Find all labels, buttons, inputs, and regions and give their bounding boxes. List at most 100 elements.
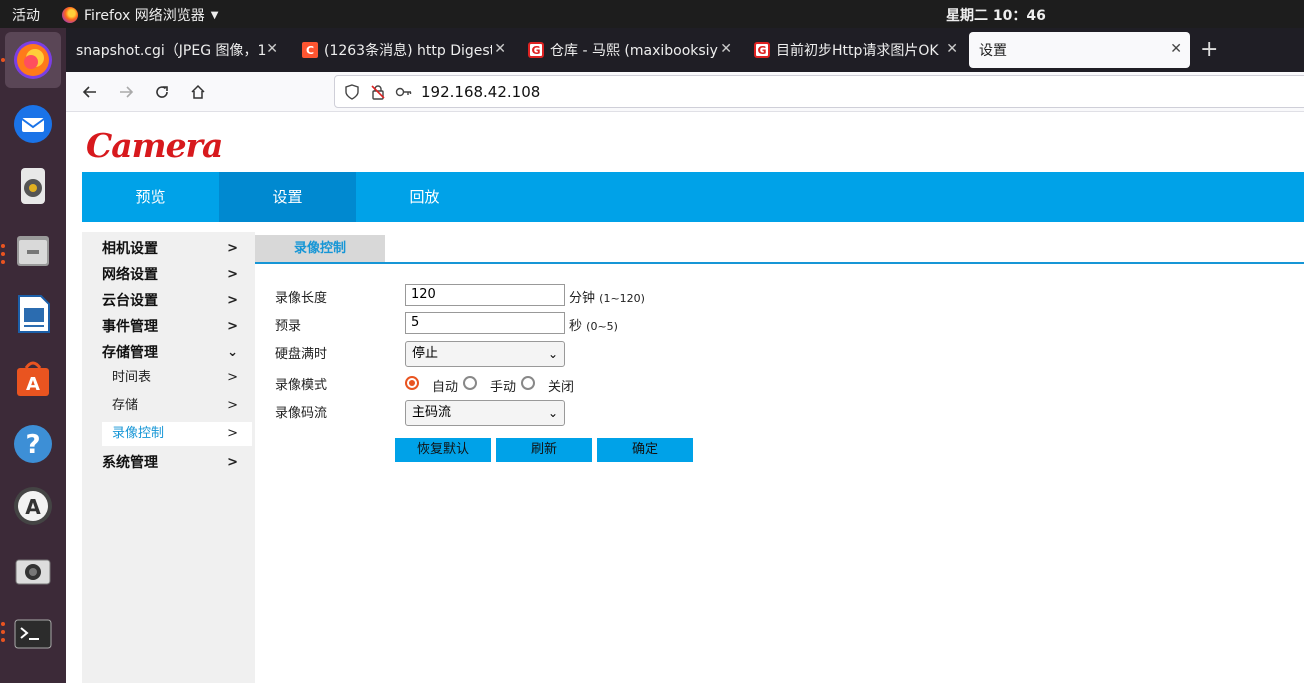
browser-toolbar: 192.168.42.108 xyxy=(66,72,1304,112)
prerecord-input[interactable]: 5 xyxy=(405,312,565,334)
record-mode-off-label[interactable]: 关闭 xyxy=(548,376,574,395)
dock-terminal[interactable] xyxy=(5,606,61,662)
record-mode-off-radio[interactable] xyxy=(521,376,535,390)
sidebar-subitem-record-control[interactable]: 录像控制 > xyxy=(102,422,252,446)
chevron-right-icon: > xyxy=(227,267,238,282)
nav-playback[interactable]: 回放 xyxy=(356,172,493,222)
refresh-button[interactable]: 刷新 xyxy=(496,438,592,462)
record-mode-manual-label[interactable]: 手动 xyxy=(490,376,516,395)
sidebar-item-ptz[interactable]: 云台设置 > xyxy=(102,289,252,313)
dock-firefox[interactable] xyxy=(5,32,61,88)
dock-help[interactable]: ? xyxy=(5,416,61,472)
nav-preview[interactable]: 预览 xyxy=(82,172,219,222)
record-stream-label: 录像码流 xyxy=(275,406,328,421)
camera-icon xyxy=(15,559,51,585)
chevron-down-icon: ▼ xyxy=(210,9,219,21)
prerecord-label: 预录 xyxy=(275,319,302,334)
dock: A ? A xyxy=(0,28,66,683)
tab-record-control[interactable]: 录像控制 xyxy=(255,235,385,262)
dock-thunderbird[interactable] xyxy=(5,96,61,152)
record-length-input[interactable]: 120 xyxy=(405,284,565,306)
chevron-right-icon: > xyxy=(227,398,238,413)
chevron-right-icon: > xyxy=(227,455,238,470)
rhythmbox-icon xyxy=(21,168,45,204)
svg-text:A: A xyxy=(26,374,40,395)
tab-gitee-http[interactable]: G 目前初步Http请求图片OK ✕ xyxy=(744,32,966,68)
url-bar[interactable]: 192.168.42.108 xyxy=(334,75,1304,108)
disk-full-select[interactable]: 停止 ⌄ xyxy=(405,341,565,367)
settings-sidebar: 相机设置 > 网络设置 > 云台设置 > 事件管理 > 存储管理 ⌄ 时间表 >… xyxy=(82,232,255,683)
record-mode-auto-radio[interactable] xyxy=(405,376,419,390)
files-icon xyxy=(17,236,49,266)
shield-icon[interactable] xyxy=(343,83,361,101)
forward-arrow-icon xyxy=(120,86,134,98)
back-button[interactable] xyxy=(78,80,102,104)
page-content: Camera 预览 设置 回放 相机设置 > 网络设置 > 云台设置 > 事件管… xyxy=(66,112,1304,683)
clock[interactable]: 星期二 10：46 xyxy=(946,5,1046,25)
software-center-icon: A xyxy=(17,361,49,396)
record-length-unit: 分钟 (1~120) xyxy=(569,291,645,306)
reload-button[interactable] xyxy=(150,80,174,104)
home-button[interactable] xyxy=(186,80,210,104)
close-icon[interactable]: ✕ xyxy=(1170,41,1182,57)
record-mode-manual-radio[interactable] xyxy=(463,376,477,390)
app-menu[interactable]: Firefox 网络浏览器 ▼ xyxy=(62,5,219,25)
chevron-right-icon: > xyxy=(227,426,238,441)
insecure-lock-icon[interactable] xyxy=(369,83,387,101)
firefox-icon xyxy=(14,41,52,79)
terminal-icon xyxy=(14,619,52,649)
dock-rhythmbox[interactable] xyxy=(5,158,61,214)
close-icon[interactable]: ✕ xyxy=(266,41,278,57)
dock-camera[interactable] xyxy=(5,542,61,598)
record-mode-auto-label[interactable]: 自动 xyxy=(432,376,458,395)
dock-writer[interactable] xyxy=(5,286,61,342)
record-length-label: 录像长度 xyxy=(275,291,328,306)
tab-settings[interactable]: 设置 ✕ xyxy=(969,32,1190,68)
back-arrow-icon xyxy=(82,86,96,98)
close-icon[interactable]: ✕ xyxy=(494,41,506,57)
chevron-right-icon: > xyxy=(227,370,238,385)
prerecord-unit: 秒 (0~5) xyxy=(569,319,618,334)
thunderbird-icon xyxy=(14,105,52,143)
gitee-favicon-icon: G xyxy=(754,42,770,58)
sidebar-item-system[interactable]: 系统管理 > xyxy=(102,451,252,475)
reload-icon xyxy=(156,86,168,98)
svg-text:?: ? xyxy=(25,430,40,460)
new-tab-button[interactable]: + xyxy=(1200,36,1218,64)
dock-updater[interactable]: A xyxy=(5,478,61,534)
chevron-right-icon: > xyxy=(227,241,238,256)
sidebar-subitem-schedule[interactable]: 时间表 > xyxy=(102,366,252,390)
system-top-bar: 活动 Firefox 网络浏览器 ▼ 星期二 10：46 xyxy=(0,0,1304,28)
sidebar-item-events[interactable]: 事件管理 > xyxy=(102,315,252,339)
url-text[interactable]: 192.168.42.108 xyxy=(421,83,540,101)
close-icon[interactable]: ✕ xyxy=(946,41,958,57)
firefox-icon xyxy=(62,7,78,23)
tab-csdn[interactable]: C (1263条消息) http Digest ✕ xyxy=(292,32,514,68)
main-nav: 预览 设置 回放 xyxy=(82,172,1304,222)
chevron-down-icon: ⌄ xyxy=(547,347,558,361)
activities-button[interactable]: 活动 xyxy=(12,5,40,25)
tab-gitee-repo[interactable]: G 仓库 - 马熙 (maxibooksiy ✕ xyxy=(518,32,740,68)
home-icon xyxy=(191,84,205,99)
sidebar-item-storage[interactable]: 存储管理 ⌄ xyxy=(102,341,252,365)
sidebar-subitem-storage[interactable]: 存储 > xyxy=(102,394,252,418)
help-icon: ? xyxy=(14,425,52,463)
sidebar-item-camera[interactable]: 相机设置 > xyxy=(102,237,252,261)
chevron-down-icon: ⌄ xyxy=(227,345,238,360)
disk-full-label: 硬盘满时 xyxy=(275,347,328,362)
forward-button[interactable] xyxy=(114,80,138,104)
sidebar-item-network[interactable]: 网络设置 > xyxy=(102,263,252,287)
chevron-right-icon: > xyxy=(227,293,238,308)
nav-settings[interactable]: 设置 xyxy=(219,172,356,222)
record-mode-label: 录像模式 xyxy=(275,378,328,393)
camera-logo: Camera xyxy=(86,126,223,165)
confirm-button[interactable]: 确定 xyxy=(597,438,693,462)
dock-files[interactable] xyxy=(5,222,61,278)
dock-software[interactable]: A xyxy=(5,350,61,406)
record-stream-select[interactable]: 主码流 ⌄ xyxy=(405,400,565,426)
tab-snapshot[interactable]: snapshot.cgi（JPEG 图像，1 ✕ xyxy=(66,32,286,68)
chevron-right-icon: > xyxy=(227,319,238,334)
close-icon[interactable]: ✕ xyxy=(720,41,732,57)
key-icon[interactable] xyxy=(395,83,413,101)
restore-defaults-button[interactable]: 恢复默认 xyxy=(395,438,491,462)
